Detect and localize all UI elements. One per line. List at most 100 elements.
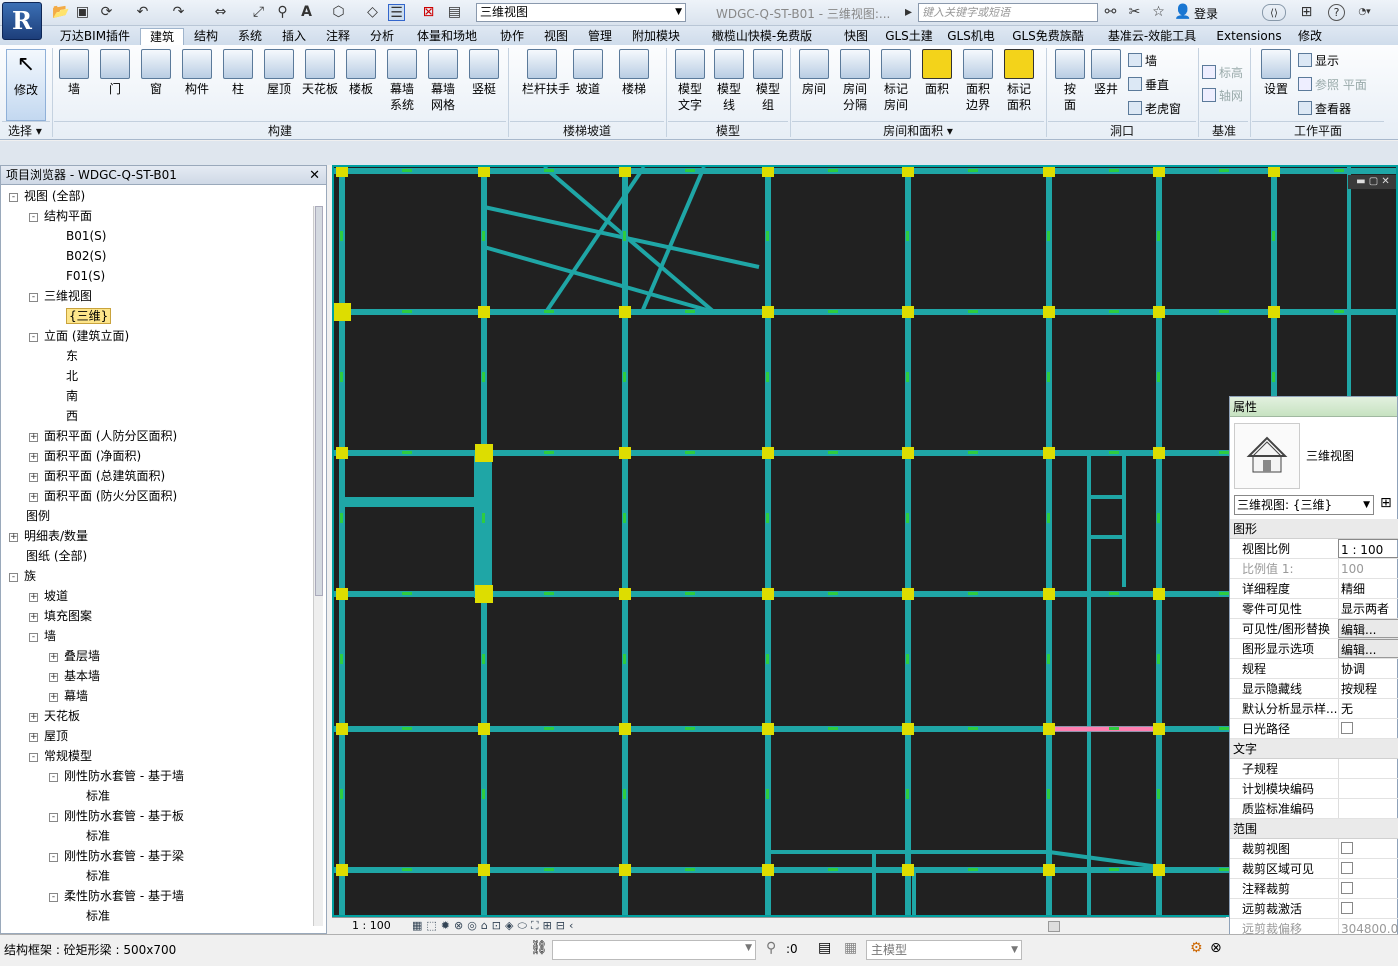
beam-tag[interactable] [766, 372, 769, 382]
tab-15[interactable]: GLS机电 [940, 28, 1002, 45]
collapse-icon[interactable]: - [9, 193, 18, 202]
beam-tag[interactable] [1157, 789, 1160, 799]
beam-tag[interactable] [828, 592, 838, 595]
column[interactable] [1153, 167, 1165, 177]
property-value[interactable] [1338, 899, 1398, 918]
column[interactable] [762, 864, 774, 876]
property-checkbox[interactable] [1341, 902, 1353, 914]
exchange-icon[interactable]: ⟨⟩ [1262, 4, 1286, 21]
beam-tag[interactable] [1047, 513, 1050, 523]
beam-tag[interactable] [1272, 231, 1275, 241]
build-button-8[interactable]: 幕墙 系统 [382, 49, 422, 117]
property-value[interactable]: 1 : 100 [1338, 539, 1398, 558]
column[interactable] [478, 723, 490, 735]
minimize-ribbon-icon[interactable]: ◔▾ [1356, 4, 1373, 21]
column[interactable] [619, 167, 631, 177]
beam-tag[interactable] [1047, 789, 1050, 799]
beam-tag[interactable] [685, 868, 695, 871]
beam[interactable] [342, 497, 477, 507]
collapse-icon[interactable]: - [29, 333, 38, 342]
property-checkbox[interactable] [1341, 862, 1353, 874]
property-value[interactable]: 显示两者 [1338, 599, 1398, 618]
column[interactable] [1043, 588, 1055, 600]
beam-tag[interactable] [402, 592, 412, 595]
beam-tag[interactable] [1157, 654, 1160, 664]
tree-item[interactable]: + 叠层墙 [49, 646, 100, 666]
collapse-icon[interactable]: - [29, 633, 38, 642]
beam-tag[interactable] [968, 727, 978, 730]
beam-tag[interactable] [544, 169, 554, 172]
tree-item[interactable]: 北 [49, 366, 78, 386]
property-value[interactable] [1338, 859, 1398, 878]
beam-tag[interactable] [623, 231, 626, 241]
tab-0[interactable]: 万达BIM插件 [50, 28, 140, 45]
tab-11[interactable]: 附加模块 [622, 28, 690, 45]
tab-3[interactable]: 系统 [228, 28, 272, 45]
model-button-2[interactable]: 模型 组 [748, 49, 788, 117]
tab-8[interactable]: 协作 [490, 28, 534, 45]
property-category[interactable]: 文字 [1230, 739, 1398, 759]
tab-10[interactable]: 管理 [578, 28, 622, 45]
filter-icon[interactable]: ⚲ [766, 940, 776, 956]
property-value[interactable] [1338, 839, 1398, 858]
type-selector[interactable]: 三维视图: {三维} ▼ [1234, 495, 1374, 515]
tag-icon[interactable]: ⚲ [274, 4, 291, 21]
tree-item[interactable]: + 面积平面 (总建筑面积) [29, 466, 165, 486]
column[interactable] [762, 306, 774, 318]
workplane-set-button[interactable]: 设置 [1256, 49, 1296, 117]
close-icon[interactable]: ✕ [309, 166, 320, 185]
tab-12[interactable]: 橄榄山快模-免费版 [690, 28, 834, 45]
tab-17[interactable]: 基准云-效能工具 [1094, 28, 1210, 45]
beam-tag[interactable] [828, 169, 838, 172]
property-value[interactable]: 编辑... [1338, 619, 1398, 638]
dimension-icon[interactable]: ⤢ [250, 4, 267, 21]
tree-item[interactable]: F01(S) [49, 266, 105, 286]
beam-tag[interactable] [1219, 451, 1229, 454]
tab-13[interactable]: 快图 [834, 28, 878, 45]
save-icon[interactable]: ▣ [74, 4, 91, 21]
stair-button-1[interactable]: 坡道 [568, 49, 608, 117]
beam-tag[interactable] [968, 169, 978, 172]
shaft-button[interactable]: 竖井 [1086, 49, 1126, 117]
beam-tag[interactable] [1219, 169, 1229, 172]
beam-tag[interactable] [906, 372, 909, 382]
column[interactable] [475, 585, 493, 603]
beam-tag[interactable] [1109, 727, 1119, 730]
column[interactable] [1268, 306, 1280, 318]
column[interactable] [619, 864, 631, 876]
sync-icon[interactable]: ⟳ [98, 4, 115, 21]
modify-button[interactable]: ↖ 修改 [6, 49, 46, 121]
beam-tag[interactable] [544, 727, 554, 730]
tab-14[interactable]: GLS土建 [878, 28, 940, 45]
property-value[interactable] [1338, 719, 1398, 738]
column[interactable] [1043, 167, 1055, 177]
select-underlay-icon[interactable]: ⊗ [1210, 940, 1222, 956]
beam-tag[interactable] [906, 513, 909, 523]
beam-tag[interactable] [828, 451, 838, 454]
tree-item[interactable]: - 三维视图 [29, 286, 92, 306]
column[interactable] [902, 723, 914, 735]
opening-by-face-button[interactable]: 按 面 [1050, 49, 1090, 117]
beam-tag[interactable] [1219, 868, 1229, 871]
tree-item[interactable]: + 天花板 [29, 706, 80, 726]
expand-icon[interactable]: + [29, 733, 38, 742]
user-icon[interactable]: 👤 [1174, 4, 1191, 21]
beam-tag[interactable] [482, 231, 485, 241]
build-button-1[interactable]: 门 [95, 49, 135, 117]
beam-tag[interactable] [1109, 169, 1119, 172]
tree-item[interactable]: - 刚性防水套管 - 基于梁 [49, 846, 184, 866]
property-value[interactable] [1338, 779, 1398, 798]
beam-tag[interactable] [1047, 231, 1050, 241]
beam-tag[interactable] [482, 654, 485, 664]
expand-icon[interactable]: + [29, 453, 38, 462]
column[interactable] [1043, 447, 1055, 459]
beam-tag[interactable] [340, 789, 343, 799]
beam-tag[interactable] [685, 451, 695, 454]
scrollbar-thumb[interactable] [315, 206, 323, 596]
room-button-5[interactable]: 标记 面积 [999, 49, 1039, 117]
column[interactable] [478, 167, 490, 177]
subscription-icon[interactable]: ✂ [1126, 4, 1143, 21]
beam-tag[interactable] [402, 310, 412, 313]
beam-tag[interactable] [766, 231, 769, 241]
tree-item[interactable]: + 屋顶 [29, 726, 68, 746]
